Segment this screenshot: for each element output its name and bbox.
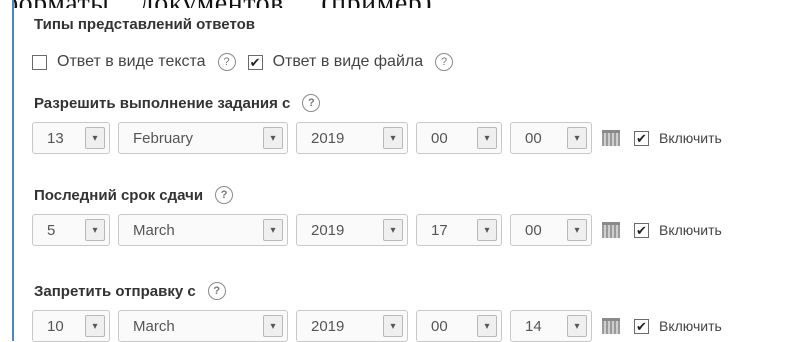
year-value: 2019 bbox=[311, 221, 345, 239]
enable-checkbox[interactable]: ✔ bbox=[634, 318, 649, 334]
day-value: 5 bbox=[47, 221, 56, 239]
chevron-down-icon[interactable]: ▾ bbox=[567, 315, 587, 337]
month-value: March bbox=[133, 317, 175, 335]
minute-value: 14 bbox=[525, 317, 542, 335]
chevron-down-icon[interactable]: ▾ bbox=[383, 219, 403, 241]
help-icon[interactable]: ? bbox=[435, 53, 454, 71]
minute-select[interactable]: 14 ▾ bbox=[510, 310, 592, 342]
enable-toggle[interactable]: ✔ Включить bbox=[634, 130, 722, 146]
calendar-icon[interactable] bbox=[602, 130, 620, 146]
file-answer-checkbox[interactable]: ✔ bbox=[247, 54, 263, 70]
cut-off-date-row: 10 ▾ March ▾ 2019 ▾ 00 ▾ 14 ▾ ✔ Включить bbox=[32, 310, 722, 342]
help-icon[interactable]: ? bbox=[207, 282, 226, 300]
chevron-down-icon[interactable]: ▾ bbox=[263, 219, 283, 241]
text-answer-checkbox[interactable] bbox=[32, 54, 47, 70]
hour-value: 00 bbox=[431, 317, 448, 335]
day-value: 10 bbox=[47, 317, 64, 335]
enable-label: Включить bbox=[659, 318, 722, 334]
enable-toggle[interactable]: ✔ Включить bbox=[634, 318, 722, 334]
year-select[interactable]: 2019 ▾ bbox=[296, 122, 408, 154]
text-answer-label: Ответ в виде текста bbox=[57, 53, 206, 70]
minute-select[interactable]: 00 ▾ bbox=[510, 214, 592, 246]
help-icon[interactable]: ? bbox=[217, 53, 236, 71]
day-select[interactable]: 10 ▾ bbox=[32, 310, 110, 342]
field-label-text: Последний срок сдачи bbox=[34, 186, 204, 204]
month-select[interactable]: March ▾ bbox=[118, 310, 288, 342]
chevron-down-icon[interactable]: ▾ bbox=[567, 219, 587, 241]
help-icon[interactable]: ? bbox=[302, 94, 321, 112]
hour-select[interactable]: 00 ▾ bbox=[416, 310, 502, 342]
day-select[interactable]: 5 ▾ bbox=[32, 214, 110, 246]
minute-value: 00 bbox=[525, 129, 542, 147]
calendar-icon[interactable] bbox=[602, 318, 620, 334]
calendar-icon[interactable] bbox=[602, 222, 620, 238]
chevron-down-icon[interactable]: ▾ bbox=[85, 127, 105, 149]
year-value: 2019 bbox=[311, 129, 345, 147]
enable-checkbox[interactable]: ✔ bbox=[634, 130, 649, 146]
chevron-down-icon[interactable]: ▾ bbox=[567, 127, 587, 149]
hour-select[interactable]: 17 ▾ bbox=[416, 214, 502, 246]
month-value: March bbox=[133, 221, 175, 239]
minute-value: 00 bbox=[525, 221, 542, 239]
hour-select[interactable]: 00 ▾ bbox=[416, 122, 502, 154]
enable-label: Включить bbox=[659, 130, 722, 146]
chevron-down-icon[interactable]: ▾ bbox=[383, 315, 403, 337]
enable-toggle[interactable]: ✔ Включить bbox=[634, 222, 722, 238]
allow-submissions-from-row: 13 ▾ February ▾ 2019 ▾ 00 ▾ 00 ▾ ✔ Включить bbox=[32, 122, 722, 154]
enable-checkbox[interactable]: ✔ bbox=[634, 222, 649, 238]
month-select[interactable]: February ▾ bbox=[118, 122, 288, 154]
year-select[interactable]: 2019 ▾ bbox=[296, 310, 408, 342]
field-label-text: Разрешить выполнение задания с bbox=[34, 94, 291, 112]
left-border bbox=[0, 0, 14, 341]
chevron-down-icon[interactable]: ▾ bbox=[477, 219, 497, 241]
chevron-down-icon[interactable]: ▾ bbox=[477, 127, 497, 149]
help-icon[interactable]: ? bbox=[215, 186, 234, 204]
chevron-down-icon[interactable]: ▾ bbox=[263, 315, 283, 337]
due-date-label: Последний срок сдачи ? bbox=[34, 186, 245, 204]
day-select[interactable]: 13 ▾ bbox=[32, 122, 110, 154]
file-answer-label: Ответ в виде файла bbox=[272, 53, 424, 70]
submission-types-row: Ответ в виде текста ? ✔ Ответ в виде фай… bbox=[32, 52, 465, 72]
cut-off-date-label: Запретить отправку с ? bbox=[34, 282, 238, 300]
chevron-down-icon[interactable]: ▾ bbox=[263, 127, 283, 149]
section-title: Типы представлений ответов bbox=[34, 16, 255, 33]
year-value: 2019 bbox=[311, 317, 345, 335]
hour-value: 00 bbox=[431, 129, 448, 147]
hour-value: 17 bbox=[431, 221, 448, 239]
chevron-down-icon[interactable]: ▾ bbox=[477, 315, 497, 337]
month-value: February bbox=[133, 129, 194, 147]
chevron-down-icon[interactable]: ▾ bbox=[85, 315, 105, 337]
year-select[interactable]: 2019 ▾ bbox=[296, 214, 408, 246]
field-label-text: Запретить отправку с bbox=[34, 282, 196, 300]
chevron-down-icon[interactable]: ▾ bbox=[383, 127, 403, 149]
month-select[interactable]: March ▾ bbox=[118, 214, 288, 246]
assignment-settings-panel: Типы представлений ответов Ответ в виде … bbox=[14, 8, 796, 342]
day-value: 13 bbox=[47, 129, 64, 147]
enable-label: Включить bbox=[659, 222, 722, 238]
due-date-row: 5 ▾ March ▾ 2019 ▾ 17 ▾ 00 ▾ ✔ Включить bbox=[32, 214, 722, 246]
allow-submissions-from-label: Разрешить выполнение задания с ? bbox=[34, 94, 332, 112]
minute-select[interactable]: 00 ▾ bbox=[510, 122, 592, 154]
chevron-down-icon[interactable]: ▾ bbox=[85, 219, 105, 241]
